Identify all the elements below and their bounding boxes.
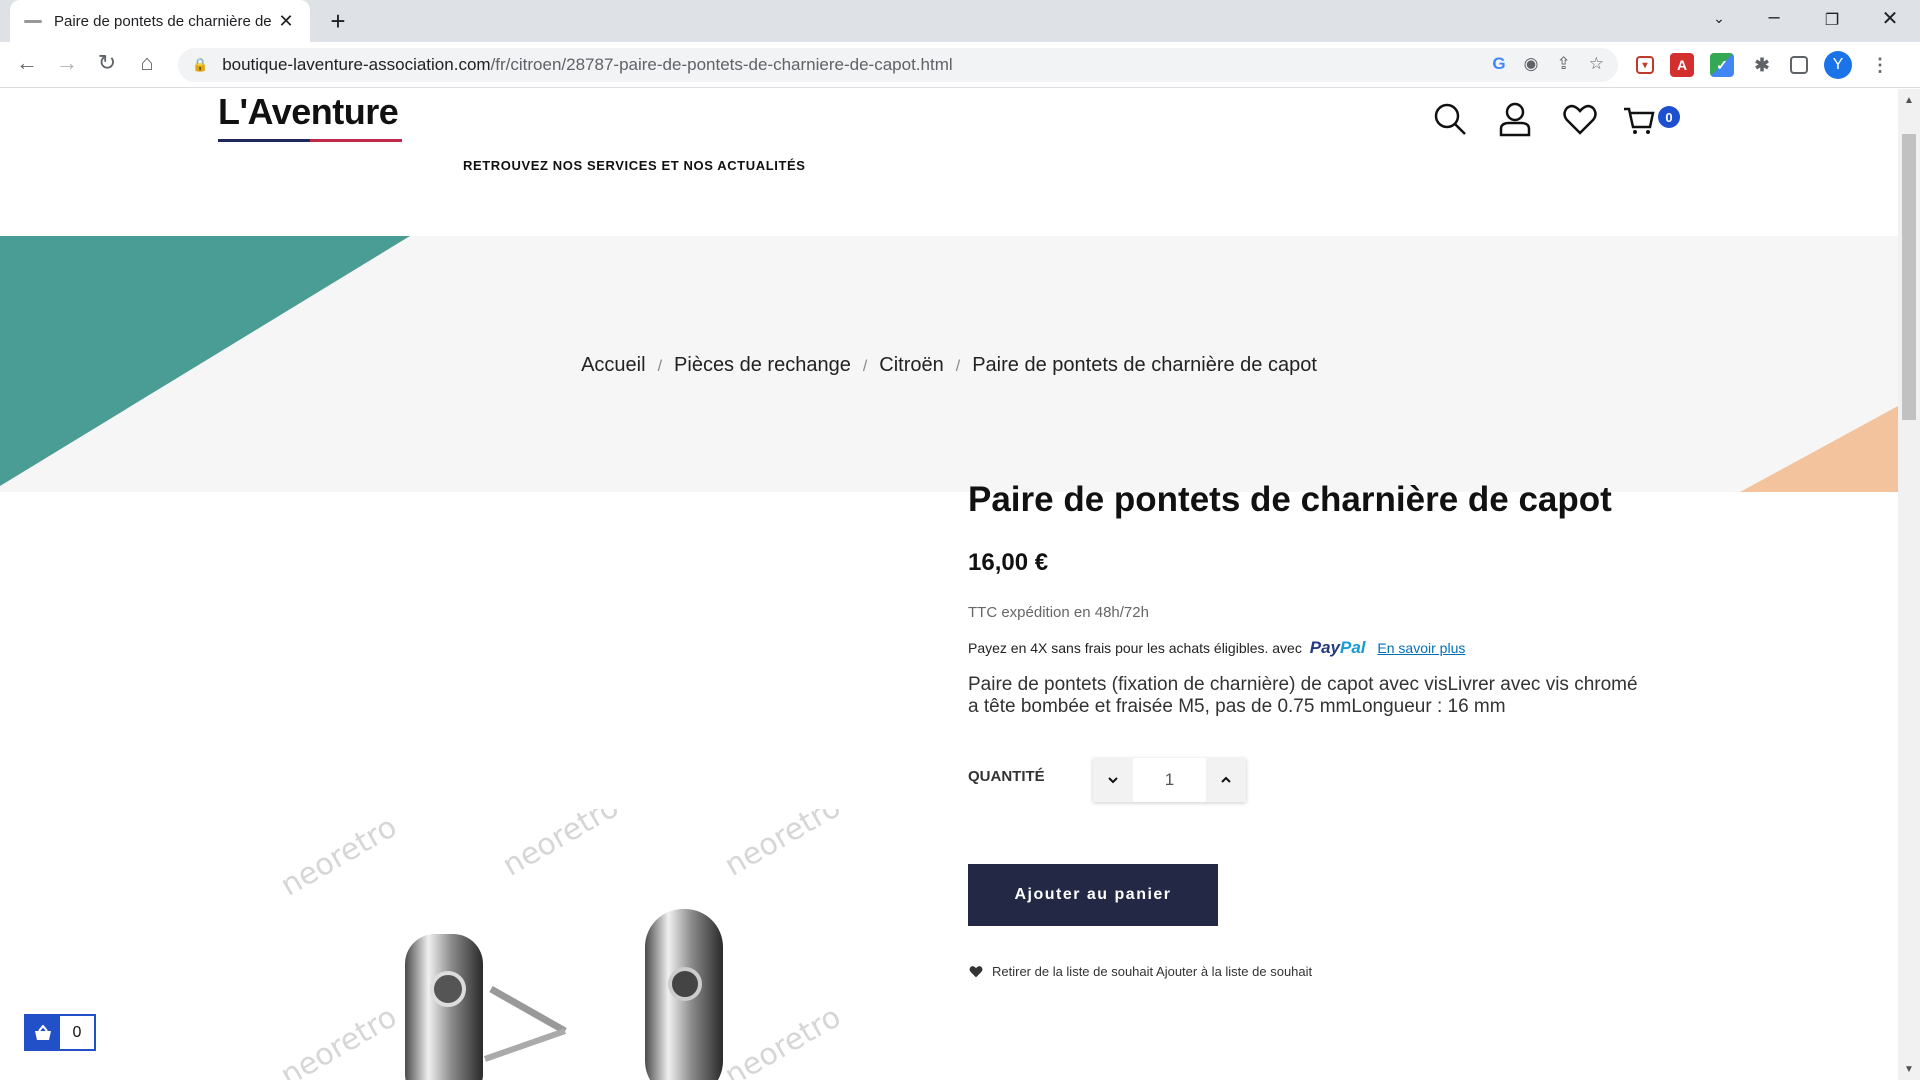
scroll-up-arrow[interactable]: ▲ <box>1898 95 1920 106</box>
extension-pdf-icon[interactable]: A <box>1670 53 1694 77</box>
basket-count: 0 <box>72 1023 82 1041</box>
url-text: boutique-laventure-association.com/fr/ci… <box>222 55 953 74</box>
logo-underline <box>218 139 402 142</box>
forward-button[interactable]: → <box>52 50 82 76</box>
hinge-parts-graphic <box>405 909 723 1080</box>
breadcrumb-separator: / <box>862 358 868 375</box>
breadcrumb-current: Paire de pontets de charnière de capot <box>972 354 1317 376</box>
chevron-up-icon <box>1221 776 1231 783</box>
extensions-puzzle-icon[interactable]: ✱ <box>1750 53 1774 77</box>
product-price: 16,00 € <box>968 549 1049 576</box>
cart-count-badge: 0 <box>1658 106 1680 128</box>
heart-icon <box>969 966 983 978</box>
breadcrumb-home[interactable]: Accueil <box>581 354 645 376</box>
product-description: Paire de pontets (fixation de charnière)… <box>968 674 1638 717</box>
google-lens-icon[interactable]: G <box>1492 54 1505 74</box>
chevron-down-icon <box>1108 777 1118 784</box>
quantity-decrease-button[interactable] <box>1093 758 1133 802</box>
breadcrumb-citroen[interactable]: Citroën <box>879 354 943 376</box>
breadcrumb-separator: / <box>657 358 663 375</box>
menu-kebab-icon[interactable]: ⋮ <box>1868 53 1892 77</box>
page-viewport: L'Aventure RETROUVEZ NOS SERVICES ET NOS… <box>0 89 1898 1080</box>
share-icon[interactable]: ⇪ <box>1557 54 1571 74</box>
wishlist-toggle[interactable]: Retirer de la liste de souhait Ajouter à… <box>968 964 1312 979</box>
search-icon[interactable] <box>1432 101 1468 137</box>
eye-off-icon[interactable]: ◉ <box>1524 54 1539 74</box>
tab-search-icon[interactable]: ⌄ <box>1696 10 1742 27</box>
reload-button[interactable]: ↻ <box>92 50 122 76</box>
side-panel-icon[interactable] <box>1790 56 1808 74</box>
cart-icon[interactable] <box>1622 101 1658 137</box>
scrollbar-thumb[interactable] <box>1902 134 1916 420</box>
quantity-increase-button[interactable] <box>1206 758 1246 802</box>
product-image[interactable]: neoretro neoretro neoretro neoretro neor… <box>265 809 865 1080</box>
breadcrumb: Accueil / Pièces de rechange / Citroën / Paire… <box>0 354 1898 377</box>
paypal-installments: Payez en 4X sans frais pour les achats é… <box>968 638 1465 658</box>
breadcrumb-separator: / <box>955 358 961 375</box>
product-title: Paire de pontets de charnière de capot <box>968 480 1612 519</box>
new-tab-button[interactable]: + <box>323 6 353 37</box>
wishlist-text: Retirer de la liste de souhait Ajouter à… <box>992 964 1313 979</box>
address-toolbar: ← → ↻ ⌂ 🔒 boutique-laventure-association… <box>0 42 1920 88</box>
bookmark-star-icon[interactable]: ☆ <box>1589 54 1604 74</box>
url-bar[interactable]: 🔒 boutique-laventure-association.com/fr/… <box>178 48 1618 82</box>
account-icon[interactable] <box>1497 101 1533 137</box>
paypal-text: Payez en 4X sans frais pour les achats é… <box>968 640 1302 656</box>
basket-icon <box>26 1016 60 1049</box>
back-button[interactable]: ← <box>12 50 42 76</box>
browser-tab[interactable]: Paire de pontets de charnière de ✕ <box>10 0 310 42</box>
scroll-down-arrow[interactable]: ▼ <box>1898 1064 1920 1075</box>
tax-shipping-note: TTC expédition en 48h/72h <box>968 604 1149 621</box>
minimize-button[interactable]: – <box>1751 6 1797 29</box>
floating-basket-widget[interactable]: 0 <box>24 1014 96 1051</box>
paypal-logo: PayPal <box>1309 638 1366 657</box>
restore-button[interactable]: ❐ <box>1809 10 1855 30</box>
quantity-stepper <box>1093 758 1246 802</box>
favicon-icon <box>24 16 42 26</box>
site-logo[interactable]: L'Aventure <box>218 91 399 133</box>
close-tab-icon[interactable]: ✕ <box>276 11 296 32</box>
lock-icon[interactable]: 🔒 <box>192 57 208 73</box>
tab-title: Paire de pontets de charnière de <box>54 12 272 30</box>
quantity-label: QUANTITÉ <box>968 768 1045 785</box>
browser-tab-strip: Paire de pontets de charnière de ✕ + ⌄ –… <box>0 0 1920 42</box>
paypal-learn-more-link[interactable]: En savoir plus <box>1377 640 1465 656</box>
window-close-button[interactable]: ✕ <box>1867 6 1913 31</box>
wishlist-heart-icon[interactable] <box>1562 101 1598 137</box>
extension-google-icon[interactable]: ✓ <box>1710 53 1734 77</box>
add-to-cart-button[interactable]: Ajouter au panier <box>968 864 1218 926</box>
home-button[interactable]: ⌂ <box>132 50 162 76</box>
profile-avatar[interactable]: Y <box>1824 51 1852 79</box>
breadcrumb-spare-parts[interactable]: Pièces de rechange <box>674 354 851 376</box>
breadcrumb-banner: Accueil / Pièces de rechange / Citroën / Paire… <box>0 236 1898 492</box>
extension-shield-icon[interactable]: ▾ <box>1636 56 1654 74</box>
quantity-input[interactable] <box>1133 758 1206 802</box>
nav-services-link[interactable]: RETROUVEZ NOS SERVICES ET NOS ACTUALITÉS <box>463 158 806 173</box>
